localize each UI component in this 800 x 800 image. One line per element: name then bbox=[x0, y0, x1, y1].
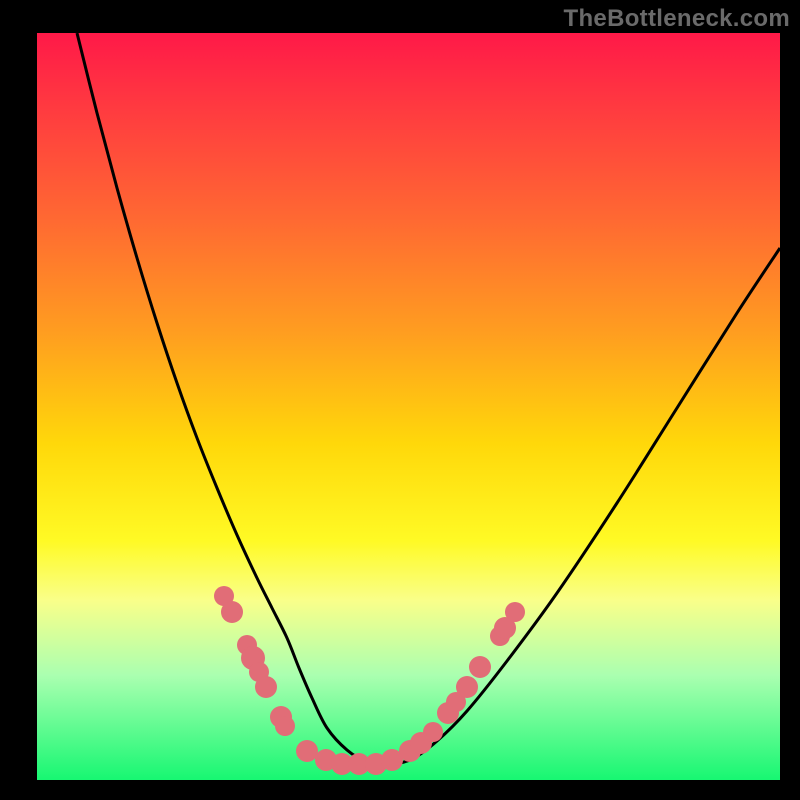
curve-marker bbox=[296, 740, 318, 762]
marker-group bbox=[214, 586, 525, 775]
curve-marker bbox=[423, 722, 443, 742]
curve-marker bbox=[221, 601, 243, 623]
curve-marker bbox=[255, 676, 277, 698]
chart-frame: TheBottleneck.com bbox=[0, 0, 800, 800]
curve-marker bbox=[275, 716, 295, 736]
curve-marker bbox=[469, 656, 491, 678]
watermark-label: TheBottleneck.com bbox=[564, 5, 790, 33]
bottleneck-curve bbox=[77, 33, 780, 765]
curve-marker bbox=[505, 602, 525, 622]
curve-marker bbox=[456, 676, 478, 698]
plot-area bbox=[37, 33, 780, 780]
chart-svg bbox=[37, 33, 780, 780]
